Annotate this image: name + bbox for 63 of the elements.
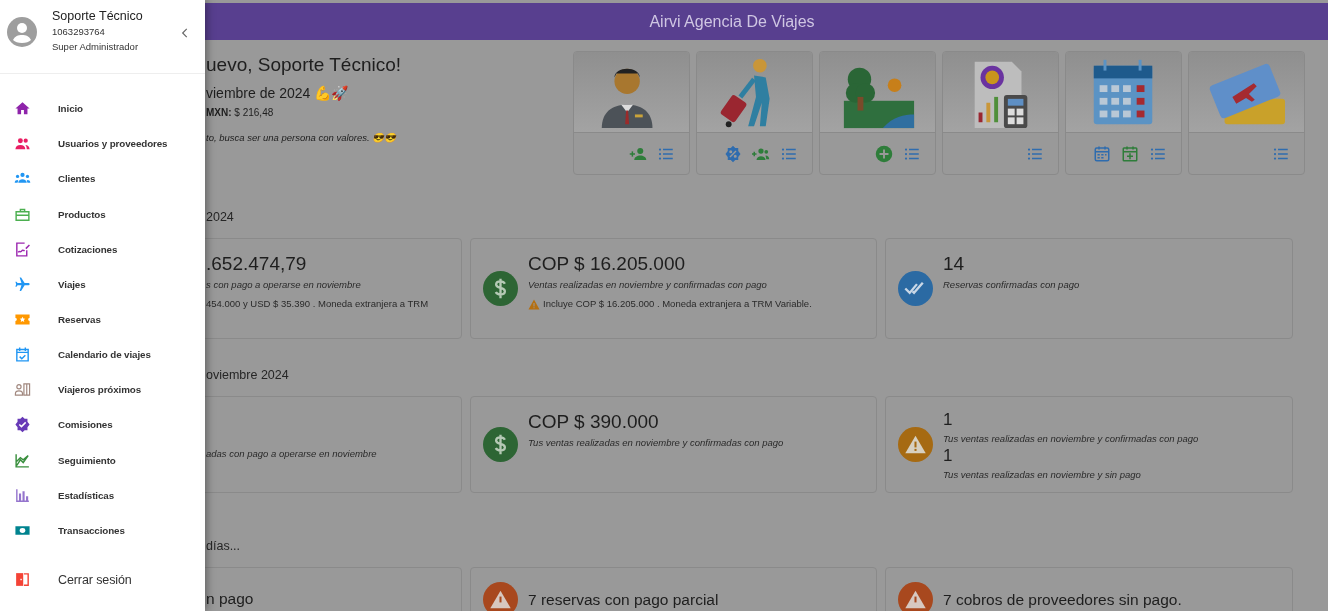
warning-icon — [898, 427, 933, 462]
stat-caption: Tus ventas realizadas en noviembre y confirmadas con pago — [528, 436, 784, 450]
stat-caption: adas con pago a operarse en noviembre — [206, 447, 377, 461]
stat-value: COP $ 390.000 — [528, 410, 660, 434]
date-text: viembre de 2024 💪🚀 — [206, 84, 350, 102]
stat-value: 14 — [943, 252, 966, 276]
dollar-icon — [483, 427, 518, 462]
stat-caption: Tus ventas realizadas en noviembre y confirmadas con pago — [943, 432, 1199, 446]
motto-text: to, busca ser una persona con valores. 😎😎 — [206, 131, 398, 145]
warning-icon — [898, 582, 933, 611]
menu-item[interactable]: Seguimiento — [0, 442, 205, 478]
menu-item[interactable]: Viajes — [0, 266, 205, 302]
stat-count: 1 — [943, 410, 954, 430]
stat-value: .652.474,79 — [206, 252, 308, 276]
stat-value: COP $ 16.205.000 — [528, 252, 687, 276]
app-title: Airvi Agencia De Viajes — [649, 12, 815, 31]
document-pen-icon — [14, 240, 31, 258]
menu-item[interactable]: Cotizaciones — [0, 231, 205, 267]
double-check-icon — [898, 271, 933, 306]
exchange-rate: MXN: $ 216,48 — [206, 106, 275, 120]
stat-caption: Ventas realizadas en noviembre y confirmadas con pago — [528, 278, 768, 292]
door-icon — [14, 571, 31, 589]
stat-caption: Reservas confirmadas con pago — [943, 278, 1080, 292]
menu-item[interactable]: Usuarios y proveedores — [0, 126, 205, 162]
menu-item[interactable]: Estadísticas — [0, 477, 205, 513]
dollar-icon — [483, 271, 518, 306]
warning-icon — [483, 582, 518, 611]
percent-badge-button[interactable] — [724, 144, 742, 163]
add-button[interactable] — [875, 144, 893, 163]
stat-title: 7 reservas con pago parcial — [528, 591, 719, 608]
menu-item[interactable]: Comisiones — [0, 407, 205, 443]
stat-count: 1 — [943, 446, 954, 466]
verified-badge-icon — [14, 416, 31, 434]
menu-item[interactable]: Viajeros próximos — [0, 372, 205, 408]
stat-note: Incluye COP $ 16.205.000 . Moneda extranjera a TRM Variable. — [543, 297, 812, 311]
user-role: Super Administrador — [52, 40, 140, 54]
avatar-icon — [7, 17, 37, 47]
user-id: 1063293764 — [52, 25, 106, 39]
menu-item[interactable]: Transacciones — [0, 512, 205, 549]
airplane-icon — [14, 275, 31, 293]
menu-item[interactable]: Calendario de viajes — [0, 337, 205, 373]
menu-item[interactable]: Reservas — [0, 301, 205, 338]
bar-chart-icon — [14, 486, 31, 504]
stat-title: 7 cobros de proveedores sin pago. — [943, 591, 1182, 608]
menu-item[interactable]: Clientes — [0, 161, 205, 197]
person-card-icon — [14, 381, 31, 399]
warning-icon — [528, 298, 540, 310]
calendar-button[interactable] — [1093, 144, 1111, 163]
stat-title: n pago — [206, 590, 254, 607]
trend-chart-icon — [14, 451, 31, 469]
calendar-add-button[interactable] — [1121, 144, 1139, 163]
stat-caption: s con pago a operarse en noviembre — [206, 278, 362, 292]
menu-item[interactable]: Inicio — [0, 91, 205, 127]
stat-note: 454.000 y USD $ 35.390 . Moneda extranjera a TRM — [206, 297, 429, 311]
logout-item[interactable]: Cerrar sesión — [0, 562, 205, 598]
section-heading: 2024 — [205, 209, 235, 225]
greeting-title: uevo, Soporte Técnico! — [206, 53, 403, 77]
user-name: Soporte Técnico — [52, 8, 143, 24]
section-heading: días... — [205, 538, 242, 554]
stat-caption: Tus ventas realizadas en noviembre y sin pago — [943, 468, 1142, 482]
section-heading: oviembre 2024 — [205, 367, 290, 383]
calendar-check-icon — [14, 346, 31, 364]
menu-item[interactable]: Productos — [0, 196, 205, 232]
